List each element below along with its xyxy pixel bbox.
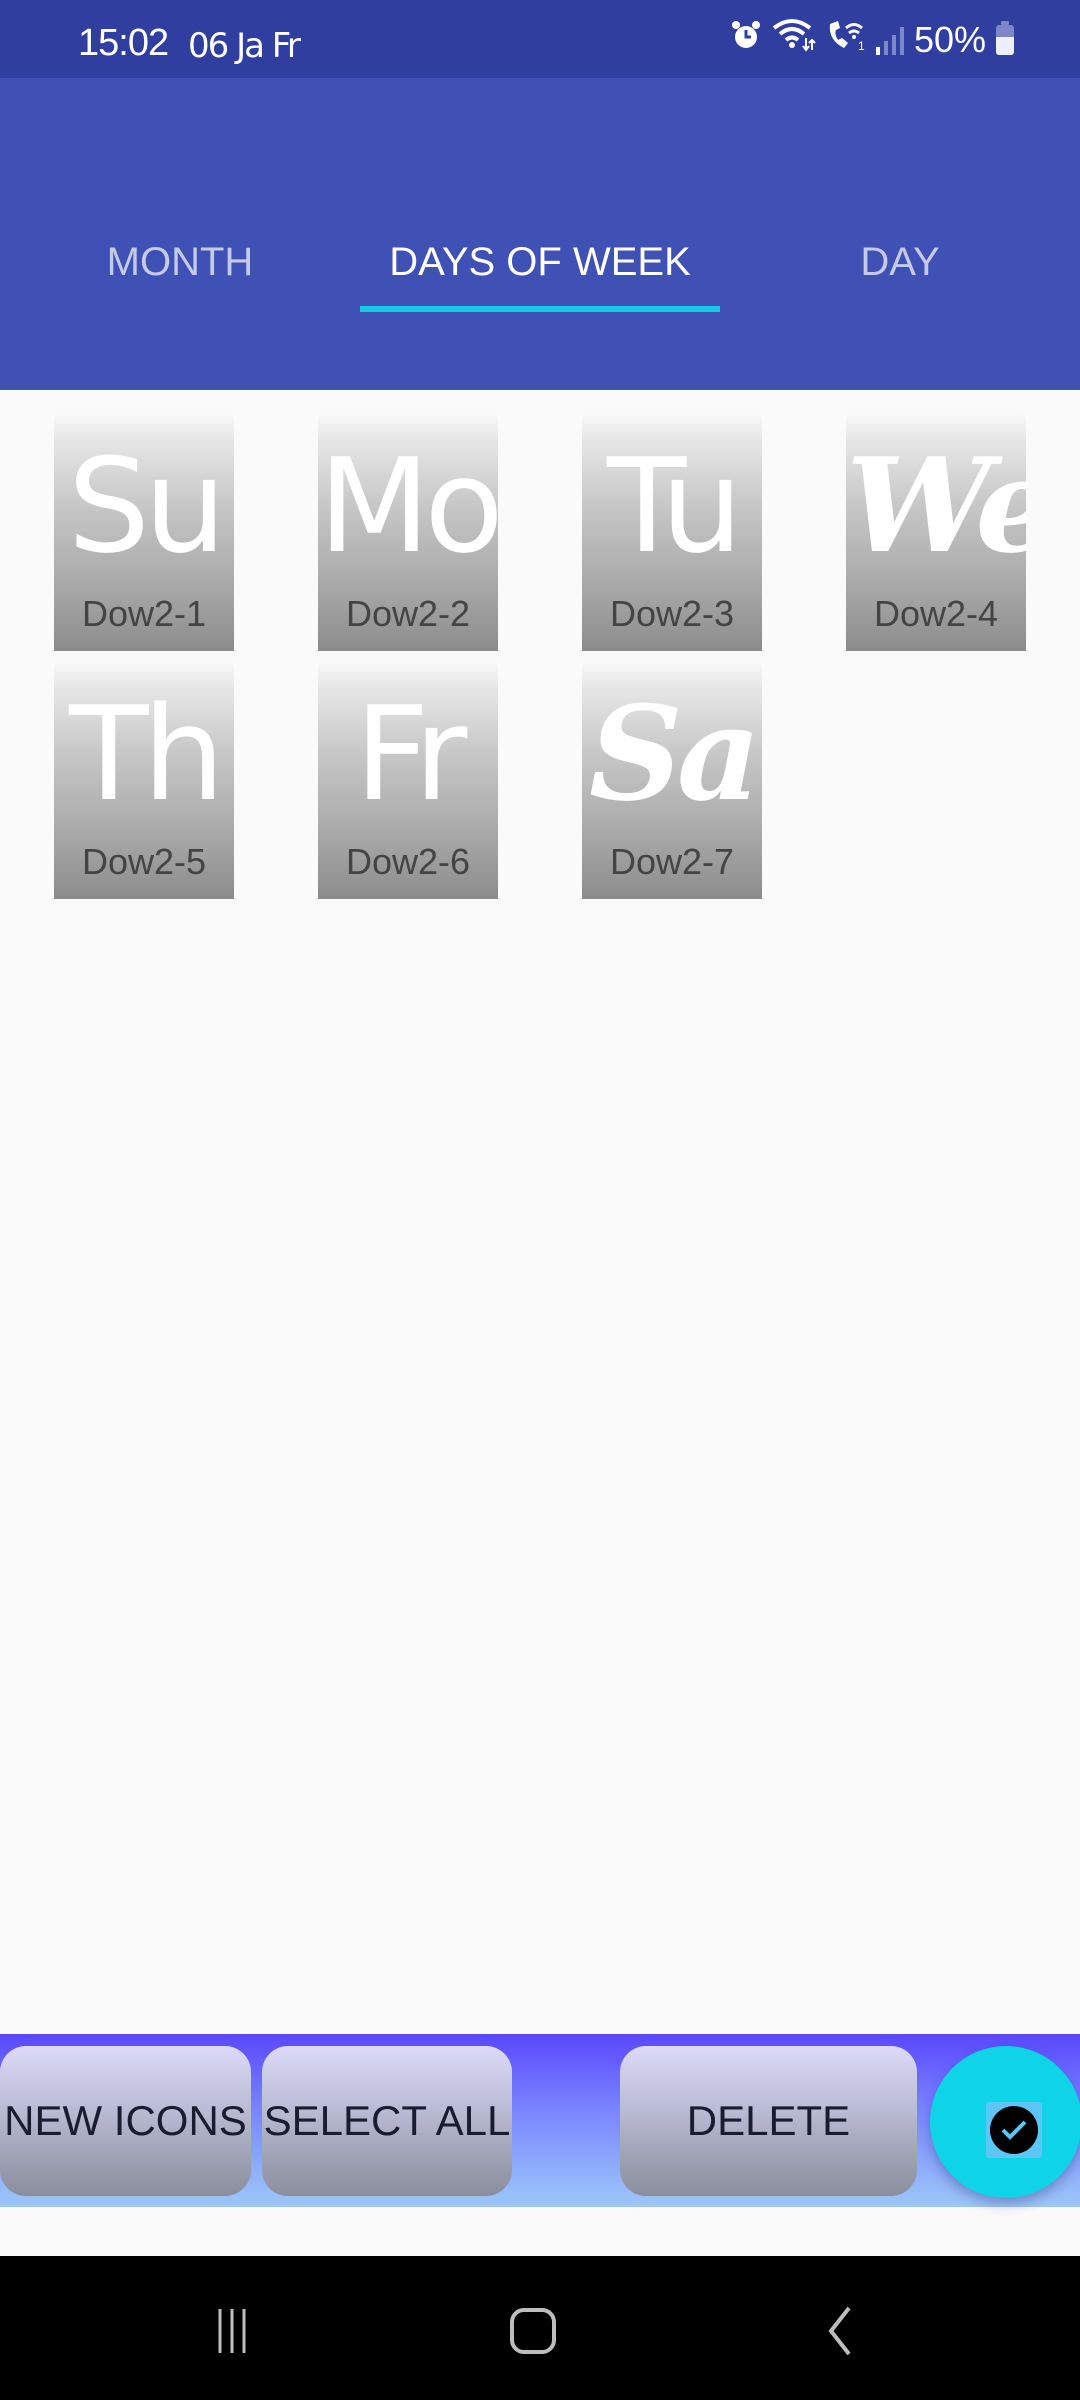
wifi-calling-icon: 1 <box>826 18 866 63</box>
status-icons: 1 50% <box>730 18 1014 63</box>
icon-tile[interactable]: Sa Dow2-7 <box>582 661 762 899</box>
alarm-icon <box>730 19 762 62</box>
tile-glyph: Tu <box>606 430 743 582</box>
icon-tile[interactable]: Th Dow2-5 <box>54 661 234 899</box>
icon-tile[interactable]: Tu Dow2-3 <box>582 413 762 651</box>
status-date: 06 Ja Fr <box>188 26 301 66</box>
tab-month[interactable]: MONTH <box>0 213 360 312</box>
icon-tile[interactable]: Su Dow2-1 <box>54 413 234 651</box>
status-bar: 15:02 06 Ja Fr 1 50% <box>0 0 1080 78</box>
icon-tile[interactable]: Fr Dow2-6 <box>318 661 498 899</box>
tile-label: Dow2-1 <box>81 593 207 634</box>
status-time: 15:02 <box>78 22 169 64</box>
home-button[interactable] <box>483 2296 583 2366</box>
wifi-icon <box>772 18 816 63</box>
battery-icon <box>996 21 1014 55</box>
tab-days-of-week[interactable]: DAYS OF WEEK <box>360 213 720 312</box>
tile-glyph: Th <box>69 678 225 830</box>
tile-label: Dow2-5 <box>81 841 207 882</box>
tile-glyph: We <box>846 429 1026 582</box>
tile-label: Dow2-2 <box>345 593 471 634</box>
svg-text:1: 1 <box>858 39 865 52</box>
tile-glyph: Fr <box>354 678 468 830</box>
check-circle-icon <box>986 2102 1042 2158</box>
tile-glyph: Su <box>67 430 227 582</box>
system-nav-bar <box>0 2256 1080 2400</box>
delete-button[interactable]: DELETE <box>620 2046 917 2196</box>
tile-glyph: Mo <box>318 430 498 582</box>
tab-day[interactable]: DAY <box>720 213 1080 312</box>
tile-label: Dow2-6 <box>345 841 471 882</box>
battery-percent: 50% <box>913 19 986 60</box>
tile-label: Dow2-7 <box>609 841 735 882</box>
recents-button[interactable] <box>182 2296 282 2366</box>
new-icons-button[interactable]: NEW ICONS <box>0 2046 251 2196</box>
home-icon <box>510 2308 556 2354</box>
tile-label: Dow2-3 <box>609 593 735 634</box>
icon-tile[interactable]: Mo Dow2-2 <box>318 413 498 651</box>
confirm-fab-button[interactable] <box>930 2046 1080 2198</box>
back-button[interactable] <box>790 2296 890 2366</box>
select-all-button[interactable]: SELECT ALL <box>262 2046 512 2196</box>
icon-tile[interactable]: We Dow2-4 <box>846 413 1026 651</box>
tile-glyph: Sa <box>588 677 761 830</box>
action-bar: NEW ICONS SELECT ALL DELETE <box>0 2034 1080 2207</box>
tab-indicator <box>360 306 720 312</box>
recents-icon <box>218 2309 246 2353</box>
tile-label: Dow2-4 <box>873 593 999 634</box>
signal-icon <box>875 25 904 55</box>
back-icon <box>828 2306 851 2356</box>
